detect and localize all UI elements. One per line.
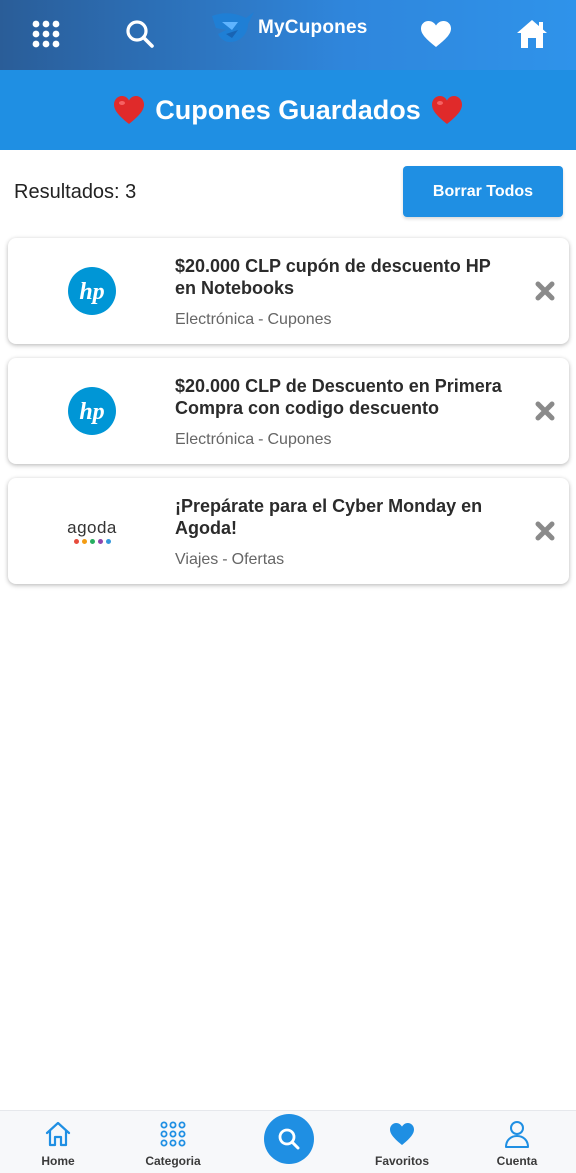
bottom-nav: Home Categoria Favoritos Cuenta bbox=[0, 1110, 576, 1173]
coupon-category: Viajes bbox=[175, 551, 219, 568]
top-bar: MyCupones bbox=[0, 0, 576, 70]
banner-title-text: Cupones Guardados bbox=[155, 94, 421, 125]
coupon-title[interactable]: $20.000 CLP cupón de descuento HP en Not… bbox=[175, 255, 515, 299]
user-icon bbox=[504, 1120, 530, 1148]
nav-cuenta-label: Cuenta bbox=[496, 1154, 538, 1168]
coupon-category: Electrónica bbox=[175, 311, 255, 328]
grid-dots-icon bbox=[160, 1120, 186, 1148]
meta-separator: - bbox=[258, 311, 264, 328]
search-icon[interactable] bbox=[112, 8, 168, 60]
home-outline-icon bbox=[44, 1120, 72, 1148]
brand-name: MyCupones bbox=[258, 17, 368, 38]
nav-favoritos-label: Favoritos bbox=[374, 1154, 429, 1168]
coupon-card[interactable]: agoda ¡Prepárate para el Cyber Monday en… bbox=[8, 478, 569, 584]
coupon-type: Cupones bbox=[267, 431, 332, 448]
svg-text:hp: hp bbox=[79, 279, 104, 305]
page-title: Cupones Guardados bbox=[113, 95, 463, 126]
nav-favoritos[interactable]: Favoritos bbox=[352, 1111, 452, 1173]
coupon-meta: Viajes - Ofertas bbox=[175, 551, 284, 569]
meta-separator: - bbox=[222, 551, 228, 568]
agoda-logo: agoda bbox=[48, 478, 136, 584]
nav-categoria-label: Categoria bbox=[145, 1154, 201, 1168]
remove-icon[interactable] bbox=[530, 478, 560, 584]
coupon-title[interactable]: ¡Prepárate para el Cyber Monday en Agoda… bbox=[175, 495, 515, 539]
favorites-heart-icon[interactable] bbox=[408, 8, 464, 60]
meta-separator: - bbox=[258, 431, 264, 448]
agoda-logo-text: agoda bbox=[67, 517, 117, 537]
nav-cuenta[interactable]: Cuenta bbox=[467, 1111, 567, 1173]
nav-home-label: Home bbox=[41, 1154, 75, 1168]
results-count: Resultados: 3 bbox=[14, 181, 137, 203]
coupon-type: Cupones bbox=[267, 311, 332, 328]
grid-menu-icon[interactable] bbox=[18, 8, 74, 60]
coupon-title[interactable]: $20.000 CLP de Descuento en Primera Comp… bbox=[175, 375, 515, 419]
clear-all-button[interactable]: Borrar Todos bbox=[403, 166, 563, 217]
coupon-type: Ofertas bbox=[231, 551, 285, 568]
page-banner: Cupones Guardados bbox=[0, 70, 576, 150]
coupon-meta: Electrónica - Cupones bbox=[175, 431, 332, 449]
hp-logo: hp bbox=[48, 238, 136, 344]
brand-logo[interactable]: MyCupones bbox=[208, 8, 367, 48]
coupon-card[interactable]: hp $20.000 CLP de Descuento en Primera C… bbox=[8, 358, 569, 464]
home-icon[interactable] bbox=[504, 8, 560, 60]
red-heart-icon bbox=[114, 96, 145, 124]
nav-search-button[interactable] bbox=[264, 1114, 314, 1164]
nav-categoria[interactable]: Categoria bbox=[123, 1111, 223, 1173]
hp-logo: hp bbox=[48, 358, 136, 464]
nav-home[interactable]: Home bbox=[8, 1111, 108, 1173]
agoda-dots bbox=[67, 538, 117, 544]
remove-icon[interactable] bbox=[530, 238, 560, 344]
coupon-card[interactable]: hp $20.000 CLP cupón de descuento HP en … bbox=[8, 238, 569, 344]
search-icon bbox=[278, 1128, 300, 1150]
remove-icon[interactable] bbox=[530, 358, 560, 464]
red-heart-icon bbox=[431, 96, 462, 124]
heart-icon bbox=[389, 1120, 415, 1148]
logo-icon bbox=[212, 12, 254, 42]
svg-text:hp: hp bbox=[79, 399, 104, 425]
coupon-meta: Electrónica - Cupones bbox=[175, 311, 332, 329]
coupon-category: Electrónica bbox=[175, 431, 255, 448]
